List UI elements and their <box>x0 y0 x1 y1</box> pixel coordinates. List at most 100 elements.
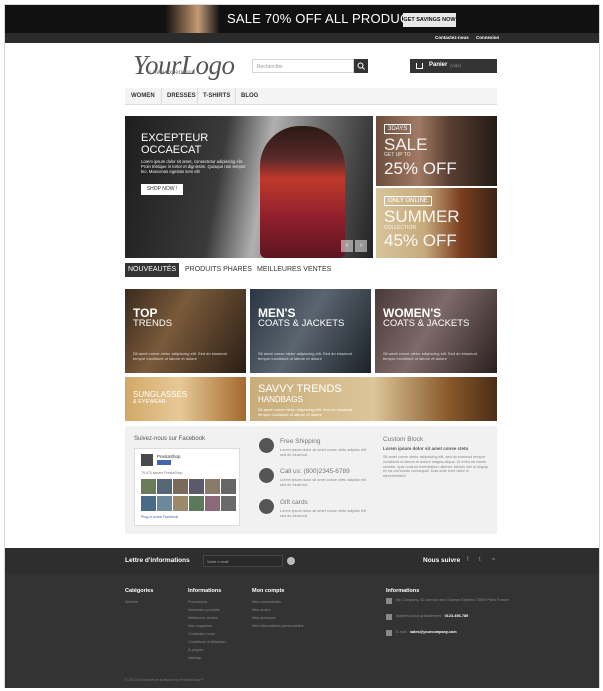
facebook-faces <box>141 479 236 513</box>
footer-link[interactable]: Mes adresses <box>252 614 304 622</box>
footer-link[interactable]: Promotions <box>188 598 226 606</box>
footer-link[interactable]: Mes informations personnelles <box>252 622 304 630</box>
search-icon <box>357 62 365 70</box>
footer-link[interactable]: Nos magasins <box>188 622 226 630</box>
slider-image <box>260 126 345 258</box>
menu-item-dresses[interactable]: DRESSES <box>167 93 196 99</box>
custom-block-subtitle: Lorem ipsum dolor sit amet conse ctetu <box>383 446 469 451</box>
shop-now-button[interactable]: SHOP NOW ! <box>141 184 183 195</box>
slider-title: EXCEPTEUR OCCAECAT <box>141 132 209 156</box>
banner-headline: SALE <box>384 135 428 154</box>
menu-separator <box>161 88 162 105</box>
tile-text: Sit amet conse ctetur adipiscing elit. S… <box>133 351 227 361</box>
contact-link[interactable]: Contactez-nous <box>435 35 469 40</box>
avatar <box>157 479 172 494</box>
newsletter-submit-button[interactable] <box>287 557 295 565</box>
homepage-slider[interactable]: EXCEPTEUR OCCAECAT Lorem ipsum dolor sit … <box>125 116 373 258</box>
logo[interactable]: YourLogo <box>133 50 235 81</box>
footer-link[interactable]: Women <box>125 598 153 606</box>
banner-percent: 25% OFF <box>384 159 457 178</box>
footer-heading: Informations <box>386 588 420 594</box>
phone-icon <box>259 468 274 483</box>
feature-text: Lorem ipsum dolor sit amet conse ctetu a… <box>280 478 366 487</box>
tile-womens[interactable]: WOMEN'S COATS & JACKETS Sit amet conse c… <box>375 289 497 373</box>
footer-link[interactable]: Contactez-nous <box>188 630 226 638</box>
footer-link[interactable]: À propos <box>188 646 226 654</box>
avatar <box>173 496 188 511</box>
tab-featured[interactable]: PRODUITS PHARES <box>185 263 252 277</box>
facebook-like-count: 79,475 aiment PrestaShop <box>141 471 183 475</box>
login-link[interactable]: Connexion <box>476 35 499 40</box>
promo-text: SALE 70% OFF ALL PRODUCTS <box>227 11 427 26</box>
slider-prev-button[interactable]: ‹ <box>341 240 353 252</box>
avatar <box>173 479 188 494</box>
tile-title: SAVVY TRENDS <box>258 383 342 395</box>
tile-handbags[interactable]: SAVVY TRENDS HANDBAGS Sit amet conse cte… <box>250 377 497 421</box>
footer-link[interactable]: Mes avoirs <box>252 606 304 614</box>
footer-link[interactable]: Conditions d'utilisation <box>188 638 226 646</box>
footer-account: Mon compte Mes commandes Mes avoirs Mes … <box>252 588 304 630</box>
avatar <box>221 496 236 511</box>
footer-link[interactable]: Meilleures ventes <box>188 614 226 622</box>
copyright[interactable]: © 2014 Ecommerce software by PrestaShop™ <box>125 678 204 682</box>
get-savings-button[interactable]: GET SAVINGS NOW <box>403 13 456 27</box>
avatar <box>189 496 204 511</box>
search-button[interactable] <box>354 59 368 73</box>
slider-next-button[interactable]: › <box>355 240 367 252</box>
page: SALE 70% OFF ALL PRODUCTS GET SAVINGS NO… <box>0 0 603 691</box>
custom-block-text: Sit amet conse ctetur adipisicing elit, … <box>383 455 488 479</box>
menu-item-tshirts[interactable]: T-SHIRTS <box>203 93 230 99</box>
footer-link[interactable]: sitemap <box>188 654 226 662</box>
tab-new[interactable]: NOUVEAUTÉS <box>125 263 180 277</box>
facebook-like-button[interactable] <box>157 460 171 465</box>
rss-icon[interactable]: ≈ <box>492 557 495 563</box>
envelope-icon <box>386 630 392 636</box>
banner-sale[interactable]: 3DAYS SALE GET UP TO 25% OFF <box>376 116 497 186</box>
footer-link[interactable]: Mes commandes <box>252 598 304 606</box>
footer-heading: Mon compte <box>252 588 285 594</box>
facebook-plugin-label[interactable]: Plug-in social Facebook <box>141 515 178 519</box>
tile-top-trends[interactable]: TOP TRENDS Sit amet conse ctetur adipisc… <box>125 289 246 373</box>
feature-title: Free Shipping <box>280 438 321 445</box>
facebook-icon[interactable]: f <box>467 557 469 563</box>
footer-link[interactable]: Nouveaux produits <box>188 606 226 614</box>
tile-text: Sit amet conse ctetur adipiscing elit. S… <box>258 407 352 417</box>
tile-text: Sit amet conse ctetur adipiscing elit. S… <box>258 351 352 361</box>
map-marker-icon <box>386 598 392 604</box>
twitter-icon[interactable]: t <box>479 557 481 563</box>
store-address: My Company, 42 avenue des Champs Elysées… <box>386 598 511 614</box>
tab-bestsellers[interactable]: MEILLEURES VENTES <box>257 263 331 277</box>
cart-button[interactable]: Panier (vide) <box>410 59 497 73</box>
facebook-widget[interactable]: PrestaShop 79,475 aiment PrestaShop Plug… <box>134 448 240 526</box>
banner-summer[interactable]: ONLY ONLINE SUMMER COLLECTION 45% OFF <box>376 188 497 258</box>
footer-categories: Catégories Women <box>125 588 153 606</box>
search-input[interactable]: Rechercher <box>252 59 354 73</box>
avatar <box>141 496 156 511</box>
banner-percent: 45% OFF <box>384 231 457 250</box>
newsletter-email-input[interactable]: Votre e-mail <box>203 555 283 567</box>
banner-tag: 3DAYS <box>384 124 412 134</box>
info-section: Suivez-nous sur Facebook PrestaShop 79,4… <box>125 426 497 534</box>
avatar <box>205 496 220 511</box>
tile-subtitle: COATS & JACKETS <box>258 318 345 329</box>
tile-subtitle: TRENDS <box>133 318 173 329</box>
main-menu: WOMEN DRESSES T-SHIRTS BLOG <box>125 88 497 105</box>
truck-icon <box>259 438 274 453</box>
logo-tagline: a new experience <box>148 70 196 76</box>
avatar <box>157 496 172 511</box>
footer: Catégories Women Informations Promotions… <box>5 574 599 688</box>
menu-item-blog[interactable]: BLOG <box>241 93 258 99</box>
tile-sunglasses[interactable]: SUNGLASSES & EYEWEAR <box>125 377 246 421</box>
tile-mens[interactable]: MEN'S COATS & JACKETS Sit amet conse cte… <box>250 289 371 373</box>
menu-item-women[interactable]: WOMEN <box>131 93 155 99</box>
footer-informations: Informations Promotions Nouveaux produit… <box>188 588 226 662</box>
follow-us-label: Nous suivre <box>423 557 461 564</box>
banner-tag: ONLY ONLINE <box>384 196 432 206</box>
promo-image <box>165 5 220 33</box>
product-tabs: NOUVEAUTÉS PRODUITS PHARES MEILLEURES VE… <box>125 263 497 277</box>
promo-bar[interactable]: SALE 70% OFF ALL PRODUCTS GET SAVINGS NO… <box>5 5 599 33</box>
footer-store-info: Informations My Company, 42 avenue des C… <box>386 588 511 646</box>
avatar <box>205 479 220 494</box>
facebook-page-name[interactable]: PrestaShop <box>157 454 181 459</box>
cart-icon <box>416 63 423 69</box>
